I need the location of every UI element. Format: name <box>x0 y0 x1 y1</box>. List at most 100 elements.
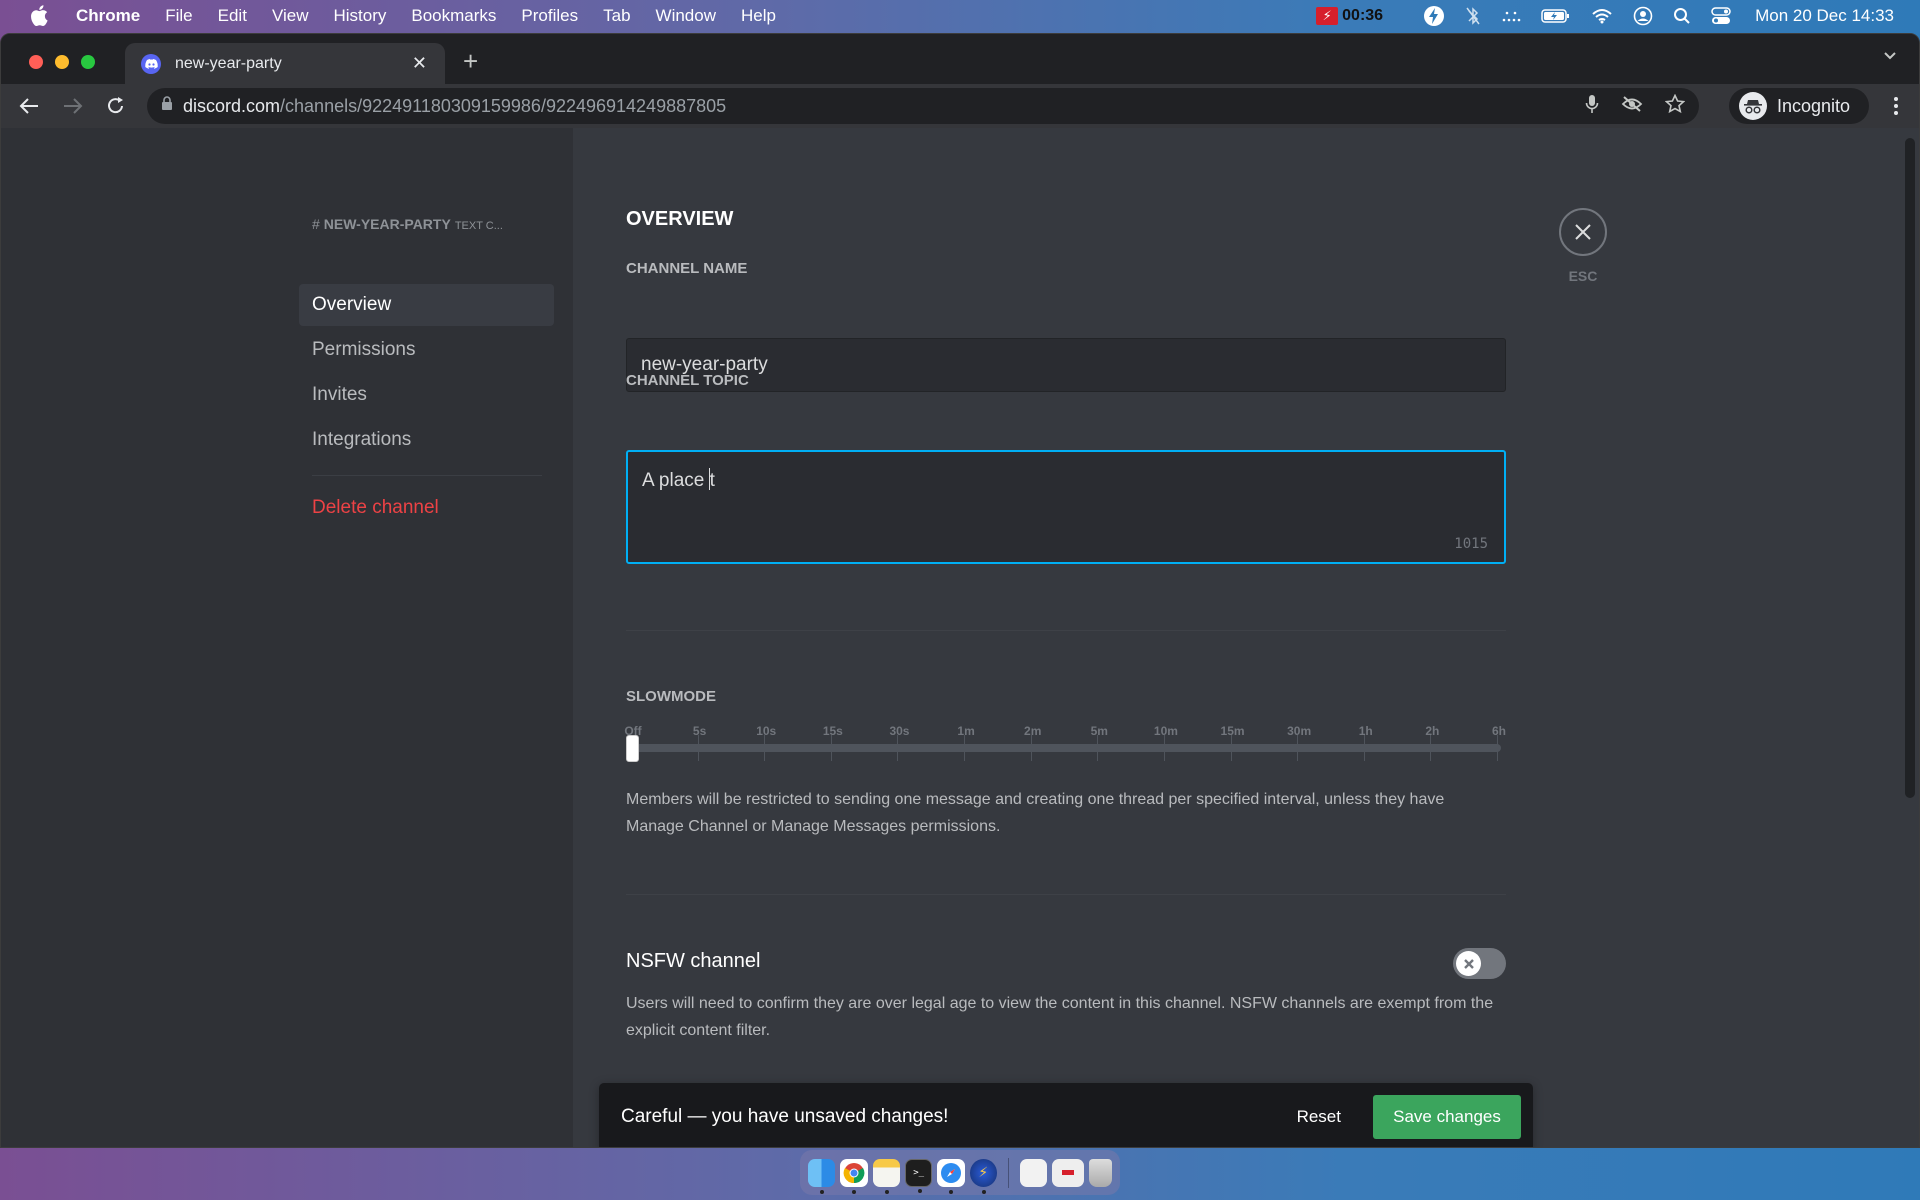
unsaved-changes-notice: Careful — you have unsaved changes! Rese… <box>599 1083 1533 1147</box>
browser-tab-active[interactable]: new-year-party ✕ <box>125 43 445 84</box>
settings-content: OVERVIEW ESC CHANNEL NAME new-year-party… <box>573 128 1919 1147</box>
slowmode-description: Members will be restricted to sending on… <box>626 791 1445 835</box>
dock-finder-icon[interactable] <box>808 1158 836 1194</box>
slowmode-tick-mark <box>1097 735 1099 761</box>
tab-search-chevron-icon[interactable] <box>1883 48 1897 66</box>
menu-edit[interactable]: Edit <box>218 6 247 26</box>
slowmode-tick-mark <box>1297 735 1299 761</box>
dock-lightning-app-icon[interactable]: ⚡ <box>969 1158 998 1194</box>
menubar-status-area: ⚡ 00:36 Mon 20 Dec 14:33 <box>1316 0 1894 31</box>
content-layer: OVERVIEW ESC CHANNEL NAME new-year-party… <box>1 128 1919 1147</box>
dock-terminal-icon[interactable]: >_ <box>904 1158 933 1193</box>
discord-channel-settings: # NEW-YEAR-PARTY TEXT C... Overview Permis… <box>1 128 1919 1147</box>
tab-close-icon[interactable]: ✕ <box>412 53 427 74</box>
slowmode-slider[interactable] <box>626 735 1506 765</box>
wifi-icon[interactable] <box>1591 0 1613 31</box>
lock-icon[interactable] <box>161 96 173 116</box>
chrome-window: new-year-party ✕ + discord.com /channels… <box>0 33 1920 1148</box>
dock-chrome-icon[interactable] <box>840 1158 868 1194</box>
slowmode-label: SLOWMODE <box>626 688 716 705</box>
channel-name-label: CHANNEL NAME <box>626 260 748 277</box>
back-button[interactable] <box>17 94 41 118</box>
slowmode-slider-handle[interactable] <box>626 735 639 762</box>
macos-menubar: Chrome File Edit View History Bookmarks … <box>0 0 1920 31</box>
spotlight-search-icon[interactable] <box>1673 0 1691 31</box>
menu-tab[interactable]: Tab <box>603 6 630 26</box>
dock-safari-icon[interactable] <box>937 1158 965 1194</box>
minimize-window-button[interactable] <box>55 55 69 69</box>
tab-title: new-year-party <box>175 54 282 72</box>
menu-help[interactable]: Help <box>741 6 776 26</box>
slowmode-tick-mark <box>697 735 699 761</box>
nsfw-title: NSFW channel <box>626 950 761 972</box>
nsfw-toggle[interactable] <box>1453 948 1506 979</box>
bookmark-star-icon[interactable] <box>1664 93 1686 119</box>
menu-profiles[interactable]: Profiles <box>521 6 578 26</box>
slowmode-tick-mark <box>1497 735 1498 761</box>
slowmode-tick-mark <box>964 735 966 761</box>
bluetooth-off-icon[interactable] <box>1465 0 1481 31</box>
slowmode-slider-bar[interactable] <box>631 744 1501 752</box>
url-host: discord.com <box>183 95 281 116</box>
text-caret <box>708 468 710 490</box>
topic-char-counter: 1015 <box>1454 536 1488 552</box>
profile-label: Incognito <box>1777 95 1851 116</box>
new-tab-button[interactable]: + <box>463 46 478 77</box>
macos-dock: >_ ⚡ <box>800 1150 1120 1195</box>
dock-notes-icon[interactable] <box>872 1158 900 1194</box>
microphone-icon[interactable] <box>1585 94 1599 119</box>
omnibox-actions <box>1585 88 1686 124</box>
channel-topic-textarea[interactable]: A place t 1015 <box>626 450 1506 564</box>
channel-name-input[interactable]: new-year-party <box>626 338 1506 392</box>
page-title: OVERVIEW <box>626 208 734 230</box>
nsfw-description: Users will need to confirm they are over… <box>626 995 1494 1039</box>
dock-screenshot-window-icon[interactable] <box>1052 1158 1084 1187</box>
dock-trash-icon[interactable] <box>1088 1158 1112 1187</box>
close-settings-button[interactable] <box>1559 208 1607 256</box>
menu-file[interactable]: File <box>165 6 192 26</box>
dots-status-icon[interactable] <box>1501 0 1521 31</box>
slowmode-tick-mark <box>1430 735 1432 761</box>
incognito-profile-button[interactable]: Incognito <box>1729 88 1869 124</box>
channel-topic-value: A place t <box>642 470 715 491</box>
esc-hint: ESC <box>1568 268 1598 284</box>
menu-window[interactable]: Window <box>656 6 716 26</box>
recording-icon: ⚡ <box>1316 6 1339 25</box>
lightning-app-icon[interactable] <box>1423 0 1445 31</box>
slowmode-tick-mark <box>764 735 766 761</box>
close-settings: ESC <box>1559 208 1607 284</box>
slowmode-tick-mark <box>830 735 832 761</box>
menu-history[interactable]: History <box>333 6 386 26</box>
zoom-window-button[interactable] <box>81 55 95 69</box>
apple-menu-icon[interactable] <box>28 5 50 27</box>
control-center-icon[interactable] <box>1711 0 1731 31</box>
menu-bookmarks[interactable]: Bookmarks <box>411 6 496 26</box>
menu-app-name[interactable]: Chrome <box>76 6 140 26</box>
reload-button[interactable] <box>104 94 128 118</box>
slowmode-tick-mark <box>1230 735 1232 761</box>
user-account-icon[interactable] <box>1633 0 1653 31</box>
tracking-protection-eye-off-icon[interactable] <box>1621 95 1643 118</box>
slowmode-tick-mark <box>1363 735 1365 761</box>
forward-button[interactable] <box>61 94 85 118</box>
toggle-knob <box>1456 951 1481 976</box>
save-changes-button[interactable]: Save changes <box>1373 1095 1521 1139</box>
reset-button[interactable]: Reset <box>1297 1107 1341 1127</box>
incognito-icon <box>1739 92 1767 120</box>
chrome-menu-kebab-icon[interactable] <box>1893 96 1899 121</box>
battery-charging-icon[interactable] <box>1541 0 1571 31</box>
menubar-clock[interactable]: Mon 20 Dec 14:33 <box>1755 6 1894 26</box>
address-bar[interactable]: discord.com /channels/922491180309159986… <box>147 88 1699 124</box>
close-icon <box>1575 224 1591 240</box>
content-scrollbar[interactable] <box>1905 138 1915 798</box>
discord-favicon-icon <box>141 53 161 74</box>
menu-view[interactable]: View <box>272 6 309 26</box>
unsaved-changes-message: Careful — you have unsaved changes! <box>621 1106 949 1127</box>
section-divider <box>626 894 1506 895</box>
recording-time: 00:36 <box>1342 6 1384 24</box>
dock-separator <box>1008 1157 1009 1188</box>
url-path: /channels/922491180309159986/92249691424… <box>280 95 727 116</box>
dock-document-icon[interactable] <box>1019 1158 1048 1187</box>
screen-recording-indicator[interactable]: ⚡ 00:36 <box>1316 6 1384 25</box>
close-window-button[interactable] <box>29 55 43 69</box>
